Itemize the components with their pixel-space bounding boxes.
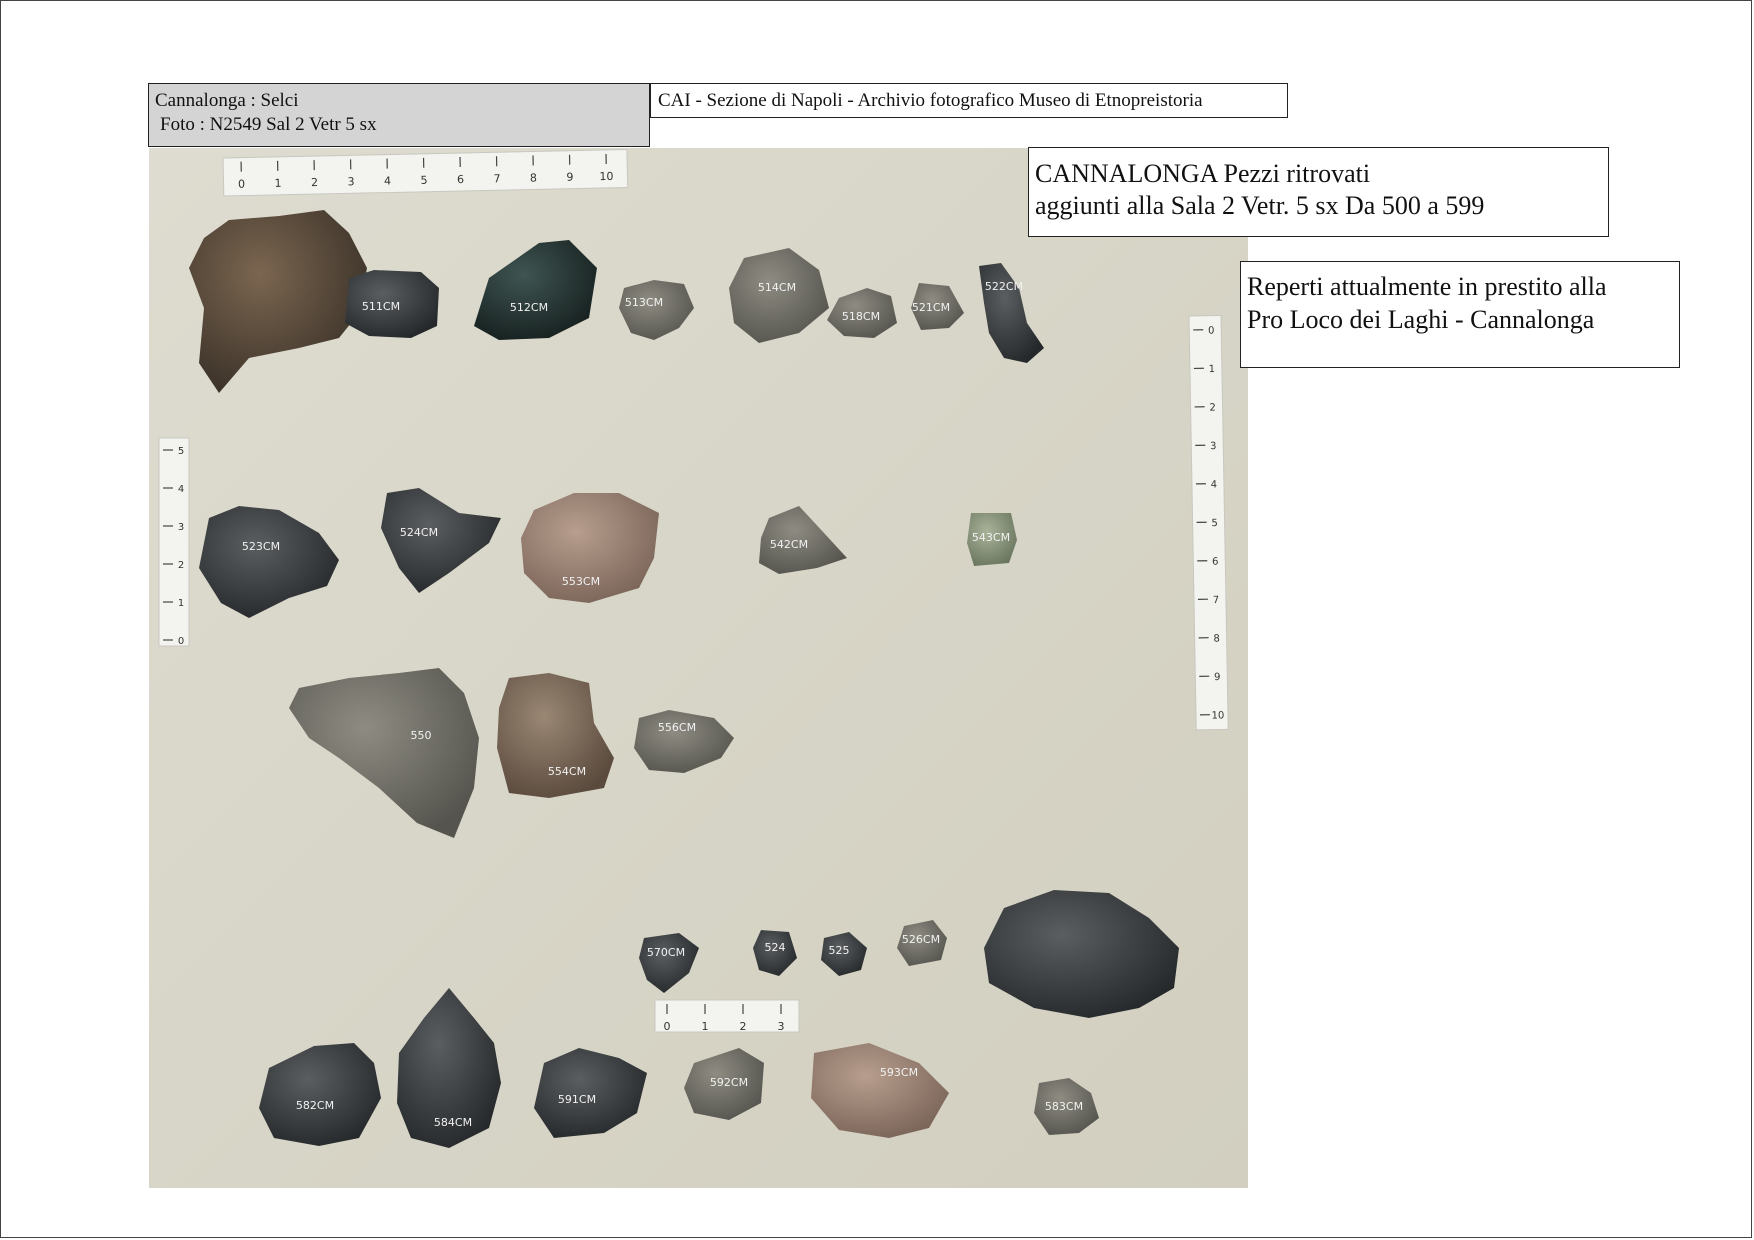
- artifact-label: 553CM: [562, 575, 600, 588]
- artifact-label: 554CM: [548, 765, 586, 778]
- artifact-582: [259, 1043, 381, 1146]
- loan-notice-line1: Reperti attualmente in prestito alla: [1247, 272, 1607, 301]
- ruler-top-label: 7: [493, 172, 500, 185]
- artifact-photo: 0 1 2 3 4 5 6 7 8 9 10 543210 0 1 2 3 4 5 6 7 8 9 10 0123: [149, 148, 1248, 1188]
- ruler-left: 5 4 3 2 1 0: [158, 437, 190, 647]
- artifact-label: 511CM: [362, 300, 400, 313]
- artifact-label: 592CM: [710, 1076, 748, 1089]
- ruler-top-label: 8: [530, 171, 537, 184]
- collection-title-box: CANNALONGA Pezzi ritrovati aggiunti alla…: [1028, 147, 1609, 237]
- artifact-large-flint: [984, 890, 1179, 1018]
- artifact-label: 591CM: [558, 1093, 596, 1106]
- artifact-label: 582CM: [296, 1099, 334, 1112]
- ruler-right-label: 7: [1213, 595, 1220, 606]
- ruler-right-label: 0: [1208, 326, 1215, 337]
- ruler-top-label: 3: [347, 175, 354, 188]
- ruler-left-label: 5: [178, 446, 184, 457]
- artifact-photo-drawing: 0 1 2 3 4 5 6 7 8 9 10 543210 012345678910 0123: [158, 149, 1229, 1148]
- ruler-left-label: 2: [178, 560, 184, 571]
- ruler-right-label: 6: [1212, 557, 1219, 568]
- ruler-top: 0 1 2 3 4 5 6 7 8 9 10: [222, 149, 629, 197]
- artifact-label: 543CM: [972, 531, 1010, 544]
- ruler-right-label: 10: [1212, 710, 1225, 721]
- ruler-bottom-label: 2: [740, 1020, 747, 1033]
- ruler-top-label: 2: [311, 176, 318, 189]
- loan-notice-box: Reperti attualmente in prestito alla Pro…: [1240, 261, 1680, 368]
- collection-title-line2: aggiunti alla Sala 2 Vetr. 5 sx Da 500 a…: [1035, 191, 1485, 220]
- artifact-554: [497, 673, 614, 798]
- artifact-570: [639, 933, 699, 993]
- artifact-label: 513CM: [625, 296, 663, 309]
- artifact-513: [619, 280, 694, 340]
- artifact-label: 524: [765, 941, 786, 954]
- artifact-556: [634, 710, 734, 773]
- artifact-label: 556CM: [658, 721, 696, 734]
- ruler-left-label: 1: [178, 598, 184, 609]
- ruler-right-label: 3: [1210, 441, 1217, 452]
- artifact-label: 512CM: [510, 301, 548, 314]
- artifact-label: 514CM: [758, 281, 796, 294]
- artifact-rough-stone: [189, 210, 367, 393]
- ruler-right-label: 9: [1214, 672, 1221, 683]
- ruler-right: 0 1 2 3 4 5 6 7 8 9 10: [1188, 314, 1229, 731]
- ruler-right-label: 8: [1213, 634, 1220, 645]
- ruler-top-label: 4: [384, 174, 391, 187]
- loan-notice-line2: Pro Loco dei Laghi - Cannalonga: [1247, 305, 1595, 334]
- artifact-512: [474, 240, 597, 340]
- ruler-top-label: 5: [420, 174, 427, 187]
- ruler-top-label: 9: [566, 171, 573, 184]
- artifact-523: [199, 506, 339, 618]
- artifact-514: [729, 248, 829, 343]
- ruler-top-label: 0: [238, 178, 245, 191]
- ruler-right-label: 4: [1211, 480, 1218, 491]
- artifact-label: 521CM: [912, 301, 950, 314]
- artifact-label: 526CM: [902, 933, 940, 946]
- artifact-593: [811, 1043, 949, 1138]
- archive-header: CAI - Sezione di Napoli - Archivio fotog…: [650, 83, 1288, 118]
- photo-caption-box: Cannalonga : Selci Foto : N2549 Sal 2 Ve…: [148, 83, 650, 147]
- artifact-label: 522CM: [985, 280, 1023, 293]
- ruler-bottom-label: 0: [664, 1020, 671, 1033]
- artifact-label: 523CM: [242, 540, 280, 553]
- collection-title-line1: CANNALONGA Pezzi ritrovati: [1035, 159, 1371, 188]
- ruler-left-label: 4: [178, 484, 184, 495]
- artifact-label: 518CM: [842, 310, 880, 323]
- ruler-right-label: 1: [1209, 364, 1216, 375]
- artifact-label: 542CM: [770, 538, 808, 551]
- artifact-label: 593CM: [880, 1066, 918, 1079]
- artifact-label: 525: [829, 944, 850, 957]
- ruler-top-label: 6: [457, 173, 464, 186]
- artifact-524: [381, 488, 501, 593]
- artifact-522: [979, 263, 1044, 363]
- ruler-right-label: 5: [1211, 518, 1218, 529]
- artifact-label: 524CM: [400, 526, 438, 539]
- caption-photo-id: Foto : N2549 Sal 2 Vetr 5 sx: [160, 114, 377, 135]
- ruler-bottom-label: 1: [702, 1020, 709, 1033]
- artifact-label: 583CM: [1045, 1100, 1083, 1113]
- artifact-label: 584CM: [434, 1116, 472, 1129]
- artifact-label: 570CM: [647, 946, 685, 959]
- ruler-top-label: 1: [274, 177, 281, 190]
- ruler-left-label: 3: [178, 522, 184, 533]
- artifact-550: [289, 668, 479, 838]
- ruler-bottom-label: 3: [778, 1020, 785, 1033]
- ruler-bottom: 0 1 2 3: [654, 999, 800, 1033]
- ruler-right-label: 2: [1209, 403, 1216, 414]
- caption-site: Cannalonga : Selci: [155, 90, 299, 111]
- ruler-left-label: 0: [178, 636, 184, 647]
- artifact-label: 550: [411, 729, 432, 742]
- ruler-top-label: 10: [599, 170, 613, 183]
